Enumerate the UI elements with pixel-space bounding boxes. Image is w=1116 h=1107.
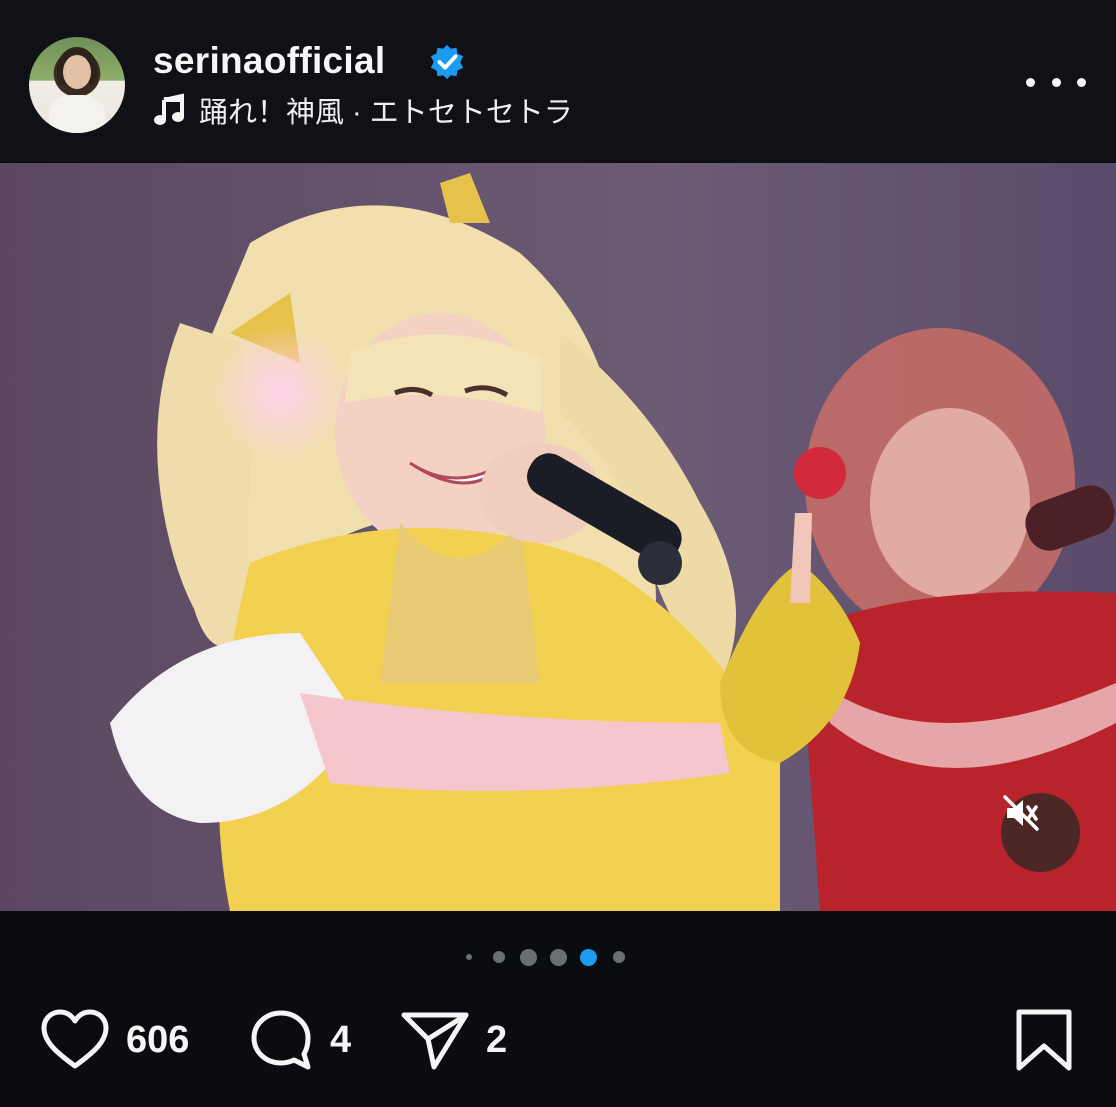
music-note-icon: [154, 93, 184, 125]
carousel-dot: [493, 951, 505, 963]
mute-toggle-button[interactable]: [1001, 793, 1080, 872]
more-options-icon: [1026, 77, 1035, 87]
carousel-dot: [520, 949, 537, 966]
carousel-dot: [550, 949, 567, 966]
paper-plane-icon: [401, 1012, 469, 1070]
carousel-dot: [466, 954, 472, 960]
audio-track-label: 踊れ！神風 · エトセトセトラ: [199, 97, 573, 129]
like-count: 606: [126, 1018, 190, 1061]
avatar[interactable]: [29, 37, 125, 133]
audio-track[interactable]: 踊れ！神風 · エトセトセトラ: [153, 91, 573, 129]
heart-icon: [41, 1009, 109, 1069]
like-button[interactable]: 606: [40, 1000, 189, 1080]
more-options-button[interactable]: [1026, 64, 1086, 100]
post-actions: 606 4 2: [0, 1000, 1116, 1080]
post-media[interactable]: [0, 163, 1116, 911]
username[interactable]: serinaofficial: [153, 40, 385, 82]
comment-bubble-icon: [251, 1010, 311, 1070]
speaker-muted-icon: [1003, 795, 1039, 831]
comment-button[interactable]: 4: [248, 1000, 351, 1080]
share-button[interactable]: 2: [400, 1000, 507, 1080]
post-header: serinaofficial 踊れ！神風 · エトセトセトラ: [0, 0, 1116, 162]
comment-count: 4: [330, 1018, 352, 1061]
carousel-indicator: [0, 946, 1116, 968]
bookmark-icon: [1016, 1009, 1072, 1071]
carousel-dot: [613, 951, 625, 963]
performance-photo: [0, 163, 1116, 911]
verified-badge-icon: [430, 44, 464, 80]
save-button[interactable]: [1015, 1000, 1073, 1080]
carousel-dot-active: [580, 949, 597, 966]
share-count: 2: [486, 1018, 508, 1061]
